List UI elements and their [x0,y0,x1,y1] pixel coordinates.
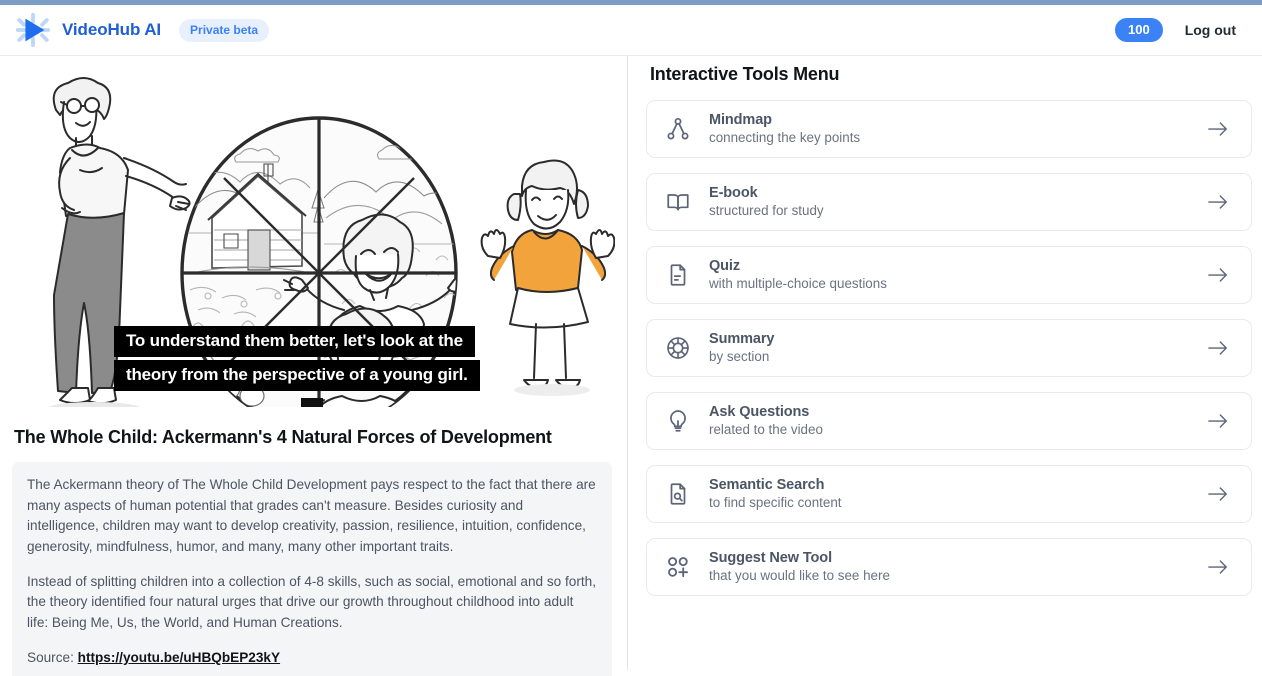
document-lines-icon [661,262,695,288]
app-header: VideoHub AI Private beta 100 Log out [0,5,1262,56]
play-sparkle-logo-icon [14,11,52,49]
transcript-box: The Ackermann theory of The Whole Child … [12,462,612,676]
logout-button[interactable]: Log out [1185,22,1236,38]
tool-card-ebook[interactable]: E-book structured for study [646,173,1252,231]
arrow-right-icon [1207,485,1229,503]
tool-name: Mindmap [709,112,772,129]
tools-list: Mindmap connecting the key points E-book [646,100,1252,596]
tools-heading: Interactive Tools Menu [650,64,840,84]
tool-name: Semantic Search [709,477,825,494]
tool-text: Ask Questions related to the video [709,403,823,439]
tool-name: Suggest New Tool [709,550,832,567]
tool-text: Suggest New Tool that you would like to … [709,549,890,585]
arrow-right-icon [1207,193,1229,211]
tool-desc: by section [709,349,770,365]
caption-line-1: To understand them better, let's look at… [114,326,475,358]
mindmap-icon [661,116,695,142]
brand[interactable]: VideoHub AI Private beta [14,11,270,49]
tool-card-mindmap[interactable]: Mindmap connecting the key points [646,100,1252,158]
arrow-right-icon [1207,120,1229,138]
arrow-right-icon [1207,558,1229,576]
tool-card-ask-questions[interactable]: Ask Questions related to the video [646,392,1252,450]
tool-text: Summary by section [709,330,774,366]
arrow-right-icon [1207,339,1229,357]
brand-name: VideoHub AI [62,20,162,39]
transcript-source: Source: https://youtu.be/uHBQbEP23kY [27,648,597,669]
transcript-paragraph-2: Instead of splitting children into a col… [27,573,596,630]
video-player[interactable]: To understand them better, let's look at… [12,58,615,407]
video-captions: To understand them better, let's look at… [114,326,480,391]
life-ring-icon [661,335,695,361]
source-link[interactable]: https://youtu.be/uHBQbEP23kY [78,650,280,665]
tool-name: Quiz [709,258,741,275]
arrow-right-icon [1207,266,1229,284]
transcript-paragraph-1: The Ackermann theory of The Whole Child … [27,477,596,554]
tool-text: Semantic Search to find specific content [709,476,842,512]
beta-badge: Private beta [179,18,270,42]
tool-name: E-book [709,185,758,202]
tool-desc: related to the video [709,422,823,438]
tool-card-semantic-search[interactable]: Semantic Search to find specific content [646,465,1252,523]
add-grid-icon [661,554,695,580]
video-pane: To understand them better, let's look at… [0,56,627,676]
lightbulb-icon [661,408,695,434]
tool-text: Quiz with multiple-choice questions [709,257,887,293]
tool-desc: connecting the key points [709,130,861,146]
tool-name: Ask Questions [709,404,810,421]
tool-desc: to find specific content [709,495,842,511]
tool-desc: structured for study [709,203,824,219]
tool-card-summary[interactable]: Summary by section [646,319,1252,377]
tool-desc: that you would like to see here [709,568,890,584]
tool-card-suggest-new-tool[interactable]: Suggest New Tool that you would like to … [646,538,1252,596]
document-search-icon [661,481,695,507]
arrow-right-icon [1207,412,1229,430]
open-book-icon [661,189,695,215]
header-actions: 100 Log out [1114,17,1236,43]
tool-card-quiz[interactable]: Quiz with multiple-choice questions [646,246,1252,304]
tool-name: Summary [709,331,775,348]
tool-desc: with multiple-choice questions [709,276,887,292]
tool-text: Mindmap connecting the key points [709,111,860,147]
main-content: To understand them better, let's look at… [0,56,1262,676]
tool-text: E-book structured for study [709,184,824,220]
caption-line-2: theory from the perspective of a young g… [114,360,480,391]
credits-badge[interactable]: 100 [1114,17,1163,43]
page-title: The Whole Child: Ackermann's 4 Natural F… [14,427,552,447]
tools-pane: Interactive Tools Menu Mindmap connectin… [628,56,1262,676]
source-label: Source: [27,649,74,665]
